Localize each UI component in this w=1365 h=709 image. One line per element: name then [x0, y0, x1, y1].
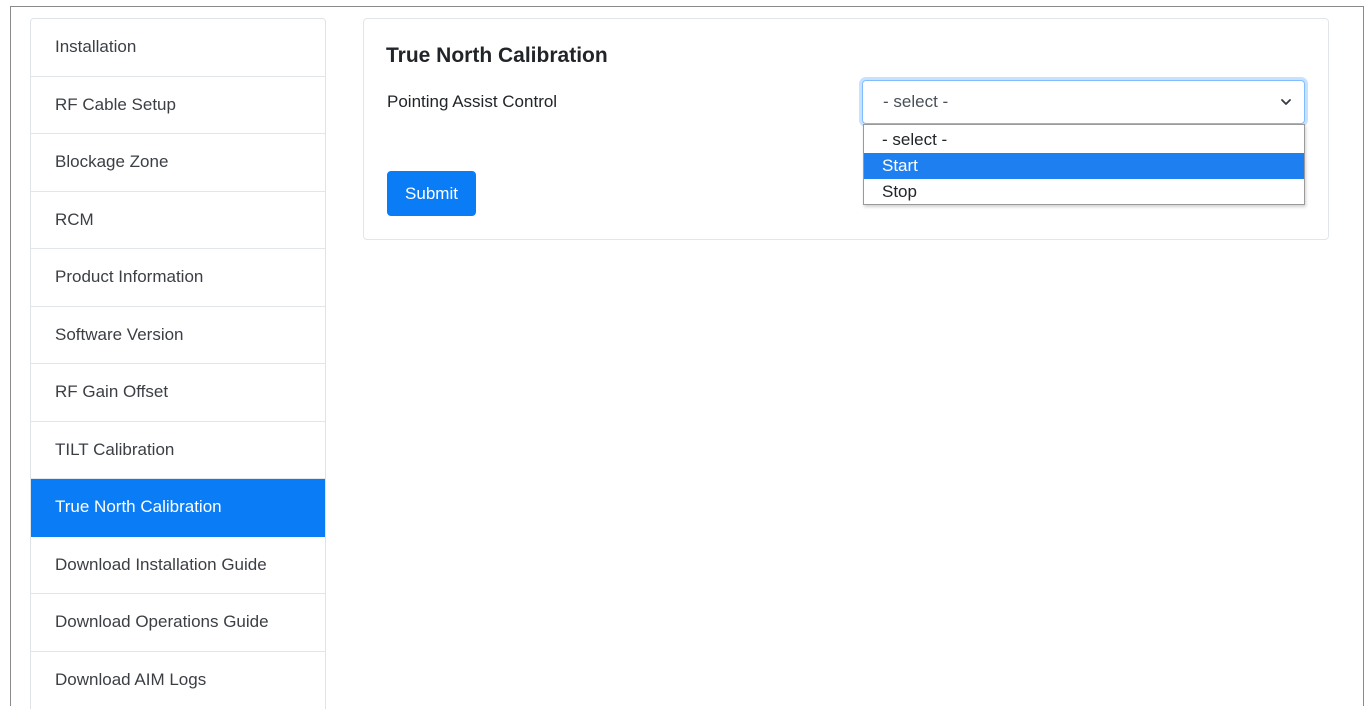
- select-dropdown-list: - select - Start Stop: [863, 124, 1305, 205]
- sidebar-item-true-north-calibration[interactable]: True North Calibration: [31, 479, 325, 537]
- sidebar-item-blockage-zone[interactable]: Blockage Zone: [31, 134, 325, 192]
- pointing-assist-label: Pointing Assist Control: [387, 92, 557, 112]
- submit-button[interactable]: Submit: [387, 171, 476, 216]
- sidebar-item-label: RF Cable Setup: [55, 95, 176, 115]
- sidebar-item-label: RF Gain Offset: [55, 382, 168, 402]
- chevron-down-icon: [1280, 96, 1292, 108]
- sidebar-item-download-aim-logs[interactable]: Download AIM Logs: [31, 652, 325, 709]
- sidebar-item-label: Download Installation Guide: [55, 555, 267, 575]
- sidebar-item-download-operations-guide[interactable]: Download Operations Guide: [31, 594, 325, 652]
- sidebar-nav: Installation RF Cable Setup Blockage Zon…: [30, 18, 326, 709]
- sidebar-item-rf-cable-setup[interactable]: RF Cable Setup: [31, 77, 325, 135]
- sidebar-item-label: TILT Calibration: [55, 440, 174, 460]
- option-start[interactable]: Start: [864, 153, 1304, 179]
- pointing-assist-select[interactable]: - select -: [862, 80, 1305, 124]
- sidebar-item-label: Software Version: [55, 325, 184, 345]
- sidebar-item-label: RCM: [55, 210, 94, 230]
- sidebar-item-download-installation-guide[interactable]: Download Installation Guide: [31, 537, 325, 595]
- sidebar-item-label: Download AIM Logs: [55, 670, 206, 690]
- option-select[interactable]: - select -: [864, 127, 1304, 153]
- sidebar-item-product-information[interactable]: Product Information: [31, 249, 325, 307]
- sidebar-item-tilt-calibration[interactable]: TILT Calibration: [31, 422, 325, 480]
- sidebar-item-label: Download Operations Guide: [55, 612, 269, 632]
- sidebar-item-label: True North Calibration: [55, 497, 222, 517]
- sidebar-item-rf-gain-offset[interactable]: RF Gain Offset: [31, 364, 325, 422]
- sidebar-item-software-version[interactable]: Software Version: [31, 307, 325, 365]
- select-value: - select -: [883, 92, 948, 112]
- page-title: True North Calibration: [386, 44, 608, 68]
- sidebar-item-label: Product Information: [55, 267, 203, 287]
- sidebar-item-label: Installation: [55, 37, 136, 57]
- option-stop[interactable]: Stop: [864, 179, 1304, 205]
- sidebar-item-rcm[interactable]: RCM: [31, 192, 325, 250]
- sidebar-item-label: Blockage Zone: [55, 152, 168, 172]
- sidebar-item-installation[interactable]: Installation: [31, 19, 325, 77]
